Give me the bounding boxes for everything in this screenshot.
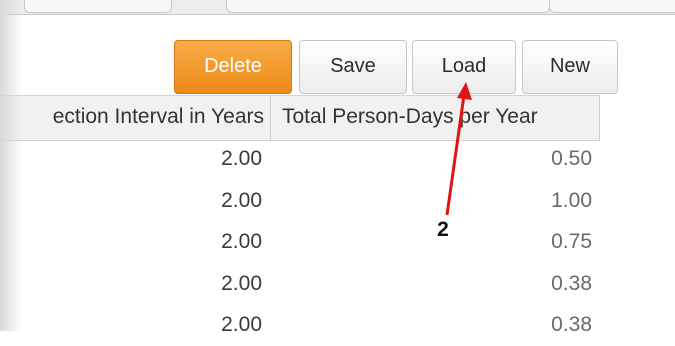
interval-cell: 2.00 (221, 147, 262, 170)
load-button[interactable]: Load (412, 40, 516, 94)
table-row[interactable]: 2.00 1.00 (0, 180, 600, 222)
person-days-cell: 1.00 (551, 189, 592, 212)
tab-left[interactable] (24, 0, 172, 13)
delete-button[interactable]: Delete (174, 40, 292, 94)
edge-shadow (0, 0, 22, 331)
person-days-cell: 0.50 (551, 147, 592, 170)
save-button[interactable]: Save (299, 40, 407, 94)
table-row[interactable]: 2.00 0.38 (0, 304, 600, 346)
table-row[interactable]: 2.00 0.75 (0, 221, 600, 263)
person-days-cell: 0.38 (551, 313, 592, 336)
interval-cell: 2.00 (221, 272, 262, 295)
interval-cell: 2.00 (221, 313, 262, 336)
person-days-cell: 0.38 (551, 272, 592, 295)
person-days-cell: 0.75 (551, 230, 592, 253)
tab-strip (0, 0, 675, 15)
annotation-label: 2 (437, 218, 449, 241)
table-row[interactable]: 2.00 0.50 (0, 138, 600, 180)
table-header: ection Interval in Years Total Person-Da… (0, 95, 600, 141)
interval-cell: 2.00 (221, 189, 262, 212)
interval-cell: 2.00 (221, 230, 262, 253)
tab-right[interactable] (549, 0, 675, 13)
column-header-interval[interactable]: ection Interval in Years (0, 96, 271, 140)
new-button[interactable]: New (522, 40, 618, 94)
table-row[interactable]: 2.00 0.38 (0, 263, 600, 305)
column-header-person-days[interactable]: Total Person-Days per Year (272, 96, 600, 140)
tab-middle[interactable] (226, 0, 550, 13)
